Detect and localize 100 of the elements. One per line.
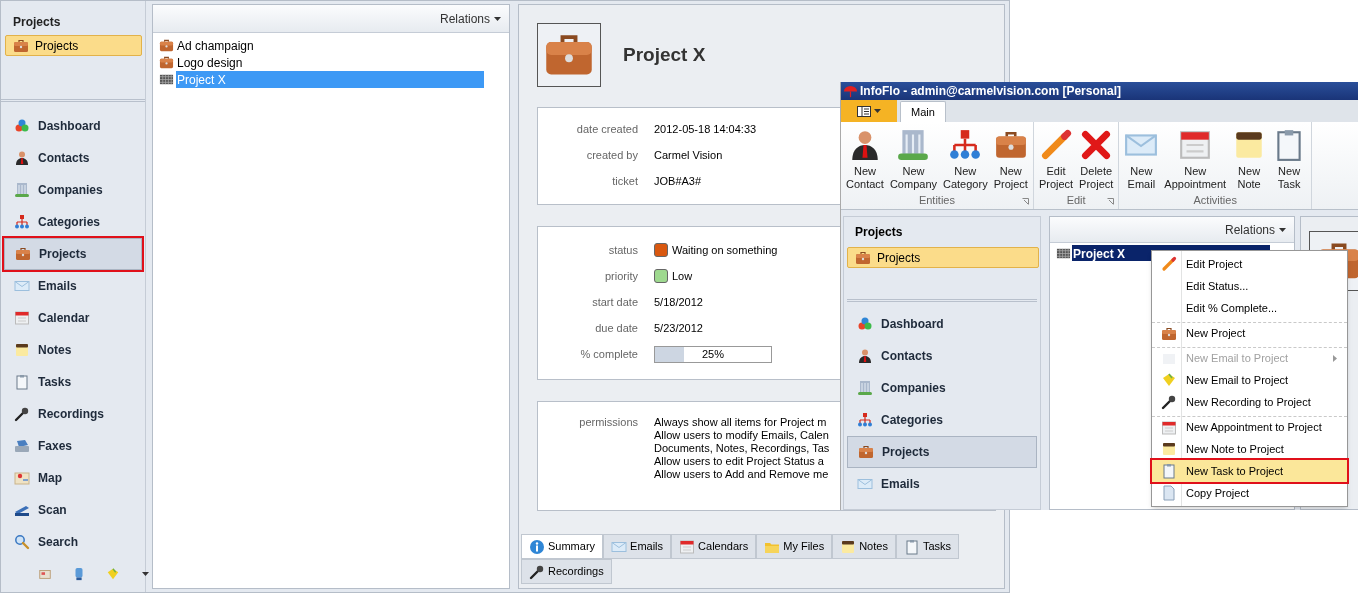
- clipboard-icon: [903, 538, 920, 555]
- building-icon: [857, 380, 873, 396]
- pane-header: Projects: [12, 14, 62, 31]
- menu-item[interactable]: New Project: [1152, 322, 1347, 344]
- ribbon-button[interactable]: New Company: [886, 128, 940, 191]
- field-label: % complete: [579, 346, 639, 362]
- document-icon: [1161, 485, 1177, 501]
- org-chart-icon: [14, 214, 30, 230]
- sidebar-item[interactable]: Map: [4, 462, 142, 494]
- menu-item[interactable]: Copy Project: [1152, 482, 1347, 504]
- ribbon-button[interactable]: New Email: [1121, 128, 1162, 191]
- sidebar-item[interactable]: Contacts: [847, 340, 1037, 372]
- field-value: 5/18/2012: [654, 294, 703, 310]
- menu-item[interactable]: Edit Project: [1152, 253, 1347, 275]
- sticky-icon: [106, 567, 120, 581]
- shapes-icon: [14, 118, 30, 134]
- sidebar-item[interactable]: Emails: [847, 468, 1037, 500]
- search-icon: [14, 534, 30, 550]
- dropdown-caret-icon: [1279, 227, 1286, 232]
- ribbon-button[interactable]: New Appointment: [1161, 128, 1230, 191]
- field-value: 5/23/2012: [654, 320, 703, 336]
- project-title: Project X: [623, 42, 706, 67]
- calendar-icon: [679, 538, 696, 555]
- ribbon-button[interactable]: New Task: [1269, 128, 1310, 191]
- sidebar-item[interactable]: Companies: [4, 174, 142, 206]
- sidebar-item[interactable]: Projects: [4, 238, 142, 270]
- sidebar-item[interactable]: Projects: [847, 436, 1037, 468]
- dialog-launcher-icon: [1107, 198, 1115, 205]
- ribbon-tab[interactable]: Main: [900, 101, 946, 122]
- ribbon-button[interactable]: New Category: [940, 128, 991, 191]
- ribbon-button[interactable]: Edit Project: [1035, 128, 1077, 191]
- relations-button[interactable]: Relations: [439, 9, 501, 28]
- pane-item[interactable]: Projects: [5, 35, 142, 56]
- field-label: permissions: [578, 416, 639, 430]
- briefcase-icon: [858, 444, 874, 460]
- fax-icon: [14, 438, 30, 454]
- sidebar-item[interactable]: Categories: [4, 206, 142, 238]
- pane-header: Projects: [854, 224, 904, 241]
- briefcase-icon: [159, 55, 174, 70]
- menu-item[interactable]: New Recording to Project: [1152, 391, 1347, 413]
- field-value: Low: [672, 268, 693, 284]
- umbrella-icon: [843, 83, 858, 99]
- relations-button[interactable]: Relations: [1224, 220, 1286, 239]
- envelope-icon: [857, 476, 873, 492]
- detail-tab[interactable]: Summary: [521, 534, 604, 559]
- briefcase-icon: [159, 38, 174, 53]
- app-menu-button[interactable]: [841, 100, 897, 122]
- sidebar-item[interactable]: Tasks: [4, 366, 142, 398]
- detail-tab[interactable]: Calendars: [671, 534, 757, 559]
- ribbon-button[interactable]: New Note: [1229, 128, 1270, 191]
- ribbon-button[interactable]: New Project: [990, 128, 1031, 191]
- sidebar-item[interactable]: Contacts: [4, 142, 142, 174]
- permission-line: Documents, Notes, Recordings, Tas: [654, 442, 830, 455]
- dropdown-caret-icon: [142, 572, 149, 576]
- field-label: ticket: [611, 173, 639, 189]
- detail-tab[interactable]: Notes: [832, 534, 896, 559]
- sidebar-item[interactable]: Dashboard: [4, 110, 142, 142]
- menu-item[interactable]: Edit % Complete...: [1152, 297, 1347, 319]
- sidebar-item[interactable]: Calendar: [4, 302, 142, 334]
- sidebar-item[interactable]: Notes: [4, 334, 142, 366]
- detail-tab[interactable]: Tasks: [895, 534, 960, 559]
- ribbon-button[interactable]: Delete Project: [1076, 128, 1117, 191]
- field-label: status: [607, 242, 639, 258]
- notepad-icon: [840, 538, 857, 555]
- calendar-icon: [14, 310, 30, 326]
- menu-item[interactable]: Edit Status...: [1152, 275, 1347, 297]
- more-button[interactable]: [140, 572, 151, 576]
- microphone-icon: [14, 406, 30, 422]
- calendar-icon: [1178, 128, 1213, 162]
- permission-line: Allow users to modify Emails, Calen: [654, 429, 830, 442]
- sidebar-item[interactable]: Dashboard: [847, 308, 1037, 340]
- sidebar-item[interactable]: Emails: [4, 270, 142, 302]
- detail-tab[interactable]: My Files: [756, 534, 833, 559]
- sidebar-item[interactable]: Faxes: [4, 430, 142, 462]
- menu-item[interactable]: New Email to Project: [1152, 369, 1347, 391]
- ribbon-button[interactable]: New Contact: [843, 128, 887, 191]
- checkered-icon: [159, 72, 174, 87]
- sidebar-item[interactable]: Scan: [4, 494, 142, 526]
- sidebar-item[interactable]: Search: [4, 526, 142, 558]
- field-value: JOB#A3#: [654, 173, 702, 189]
- menu-item[interactable]: New Task to Project: [1152, 460, 1347, 482]
- project-item[interactable]: Ad champaign: [176, 37, 255, 54]
- envelope-icon: [14, 278, 30, 294]
- detail-tab[interactable]: Emails: [603, 534, 672, 559]
- sidebar-item[interactable]: Recordings: [4, 398, 142, 430]
- dialog-launcher-icon: [1021, 198, 1029, 205]
- field-label: created by: [585, 147, 639, 163]
- pane-item[interactable]: Projects: [847, 247, 1039, 268]
- sidebar-item[interactable]: Categories: [847, 404, 1037, 436]
- group-label: Activities: [1193, 194, 1237, 208]
- briefcase-icon: [15, 246, 31, 262]
- org-chart-icon: [948, 128, 983, 162]
- detail-tab[interactable]: Recordings: [521, 559, 612, 584]
- field-label: priority: [604, 268, 639, 284]
- project-item[interactable]: Logo design: [176, 54, 244, 71]
- sidebar-item[interactable]: Companies: [847, 372, 1037, 404]
- menu-item[interactable]: New Appointment to Project: [1152, 416, 1347, 438]
- notepad-icon: [14, 342, 30, 358]
- info-icon: [529, 538, 545, 555]
- briefcase-icon: [1161, 325, 1177, 342]
